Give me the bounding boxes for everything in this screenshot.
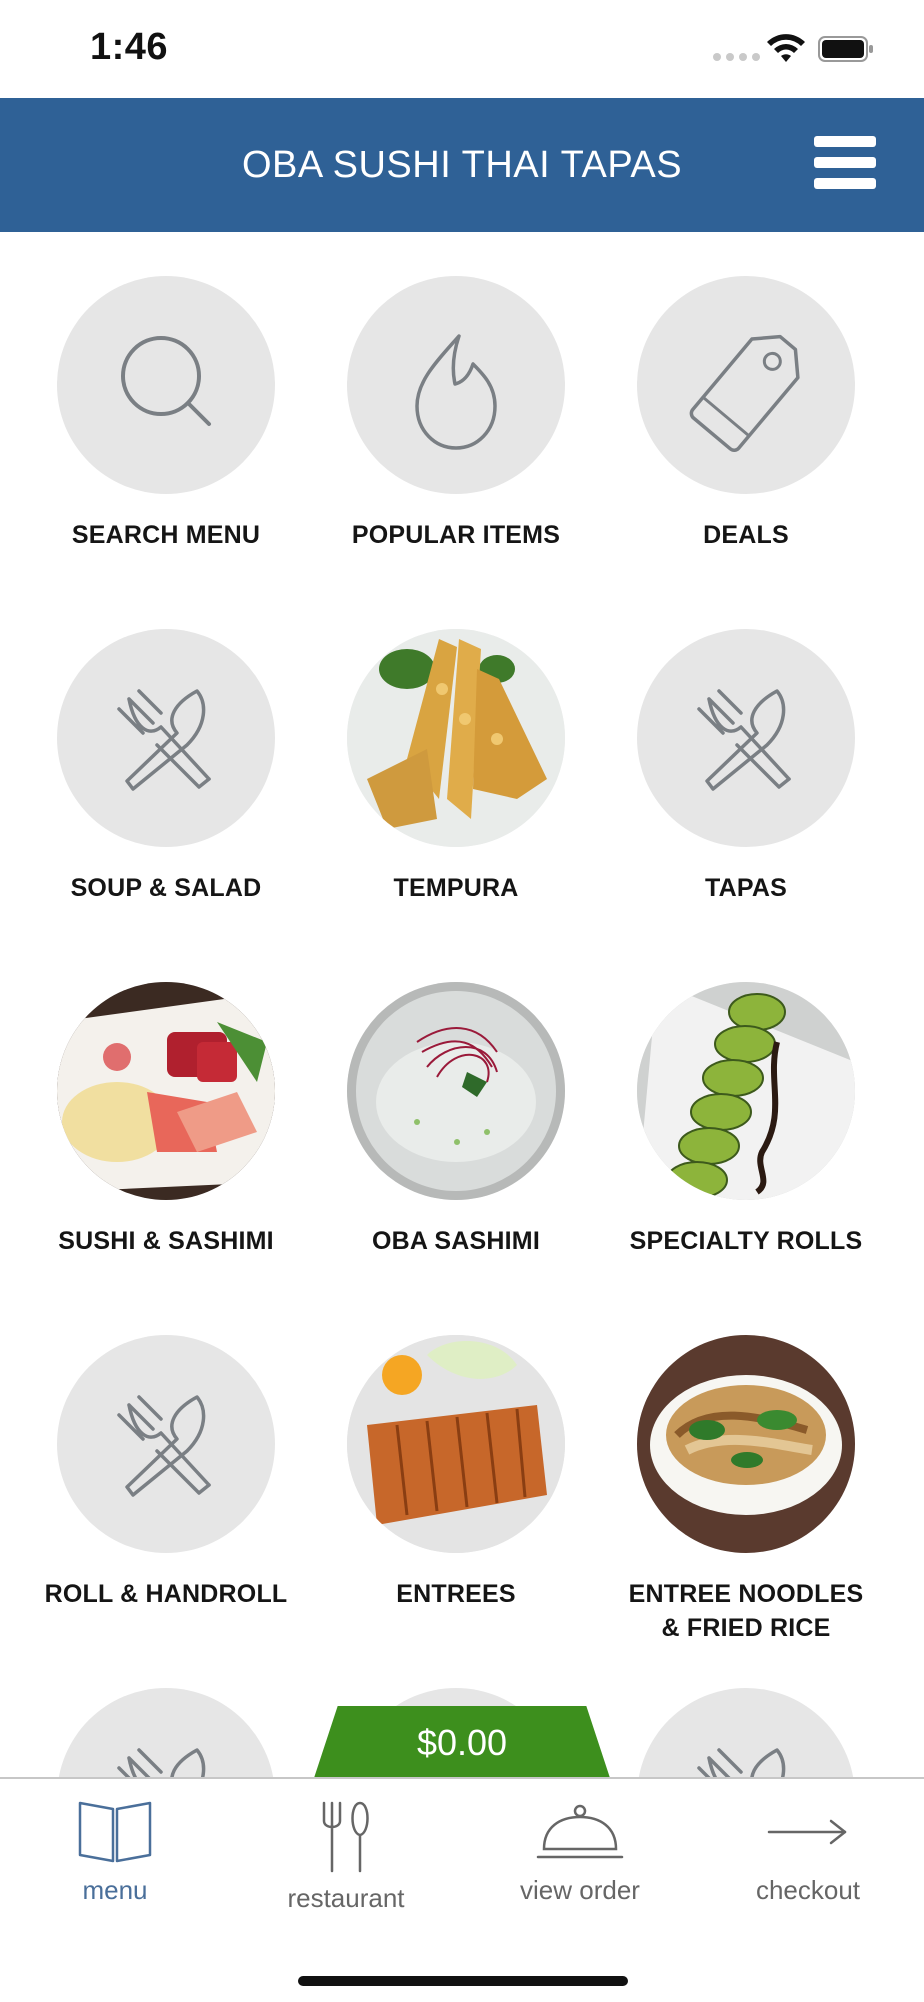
- tag-icon: [637, 276, 855, 494]
- tile-oba-sashimi[interactable]: OBA SASHIMI: [311, 982, 601, 1258]
- tab-view-order[interactable]: view order: [480, 1799, 680, 1929]
- bottom-tab-bar: menu restaurant view order checkout: [0, 1777, 924, 2002]
- cloche-icon: [536, 1804, 624, 1859]
- tile-label: ROLL & HANDROLL: [44, 1580, 288, 1608]
- tile-specialty-rolls[interactable]: SPECIALTY ROLLS: [601, 982, 891, 1258]
- cellular-signal-icon: [713, 53, 760, 61]
- sushi-sashimi-photo: [57, 982, 275, 1200]
- fork-knife-icon: [57, 1335, 275, 1553]
- tile-soup-salad[interactable]: SOUP & SALAD: [21, 629, 311, 905]
- tile-popular-items[interactable]: POPULAR ITEMS: [311, 276, 601, 552]
- tile-label: SPECIALTY ROLLS: [629, 1227, 863, 1255]
- tile-label: DEALS: [703, 521, 789, 549]
- cart-total-button[interactable]: $0.00: [314, 1706, 610, 1778]
- tile-label: ENTREE NOODLES & FRIED RICE: [628, 1580, 864, 1642]
- app-title: OBA SUSHI THAI TAPAS: [241, 144, 683, 186]
- tile-roll-handroll[interactable]: ROLL & HANDROLL: [21, 1335, 311, 1611]
- category-grid: SEARCH MENU POPULAR ITEMS DEALS SOUP & S…: [0, 232, 924, 1777]
- search-icon: [57, 276, 275, 494]
- fork-knife-icon: [637, 1688, 855, 1777]
- battery-icon: [818, 36, 873, 62]
- tile-label: OBA SASHIMI: [372, 1227, 540, 1255]
- tile-row5-left[interactable]: [21, 1688, 311, 1777]
- oba-sashimi-photo: [347, 982, 565, 1200]
- tile-label: ENTREES: [396, 1580, 516, 1608]
- fork-knife-icon: [57, 629, 275, 847]
- status-time: 1:46: [90, 26, 169, 68]
- cart-amount: $0.00: [416, 1722, 508, 1763]
- tile-sushi-sashimi[interactable]: SUSHI & SASHIMI: [21, 982, 311, 1258]
- tab-menu[interactable]: menu: [15, 1799, 215, 1929]
- home-indicator: [298, 1976, 628, 1986]
- flame-icon: [347, 276, 565, 494]
- fork-knife-icon: [637, 629, 855, 847]
- tile-label: POPULAR ITEMS: [351, 521, 561, 549]
- tile-entrees[interactable]: ENTREES: [311, 1335, 601, 1611]
- tile-deals[interactable]: DEALS: [601, 276, 891, 552]
- hamburger-menu-icon[interactable]: [814, 136, 876, 190]
- noodles-photo: [637, 1335, 855, 1553]
- fork-knife-icon: [57, 1688, 275, 1777]
- specialty-rolls-photo: [637, 982, 855, 1200]
- book-icon: [78, 1801, 152, 1863]
- wifi-icon: [767, 34, 805, 62]
- tile-row5-right[interactable]: [601, 1688, 891, 1777]
- tile-search-menu[interactable]: SEARCH MENU: [21, 276, 311, 552]
- tile-tapas[interactable]: TAPAS: [601, 629, 891, 905]
- tile-label: SEARCH MENU: [71, 521, 261, 549]
- tile-tempura[interactable]: TEMPURA: [311, 629, 601, 905]
- tab-label: checkout: [755, 1875, 861, 1905]
- entrees-photo: [347, 1335, 565, 1553]
- tile-entree-noodles-fried-rice[interactable]: ENTREE NOODLES & FRIED RICE: [601, 1335, 891, 1645]
- tile-label: TAPAS: [704, 874, 788, 902]
- arrow-right-icon: [767, 1819, 847, 1845]
- tab-label: restaurant: [287, 1883, 405, 1913]
- status-bar: 1:46: [0, 0, 924, 98]
- tab-label: view order: [520, 1875, 640, 1905]
- tab-restaurant[interactable]: restaurant: [246, 1799, 446, 1929]
- tab-checkout[interactable]: checkout: [708, 1799, 908, 1929]
- tempura-photo: [347, 629, 565, 847]
- tile-label: TEMPURA: [393, 874, 519, 902]
- utensils-icon: [322, 1801, 369, 1873]
- tab-label: menu: [82, 1875, 148, 1905]
- tile-label: SUSHI & SASHIMI: [58, 1227, 274, 1255]
- app-header: OBA SUSHI THAI TAPAS: [0, 98, 924, 232]
- tile-label: SOUP & SALAD: [70, 874, 262, 902]
